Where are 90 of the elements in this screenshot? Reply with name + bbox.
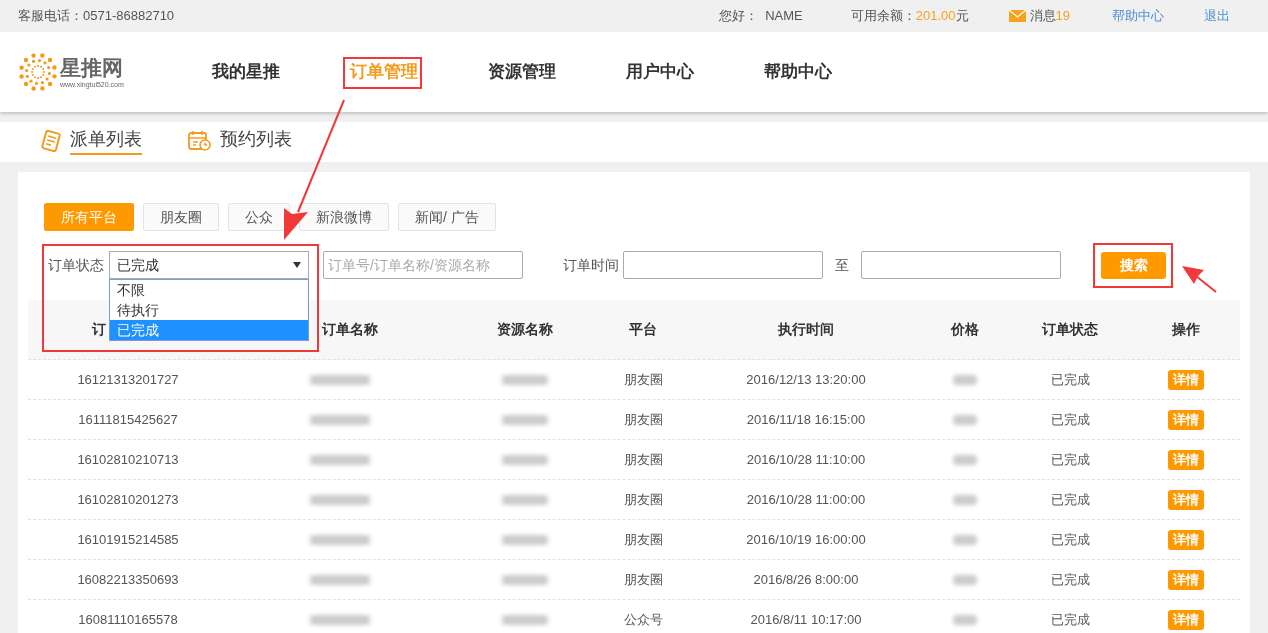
subtab[interactable]: 派单列表 — [70, 126, 142, 155]
table-cell-text: 2016/8/26 8:00:00 — [753, 570, 859, 589]
table-cell-text: 朋友圈 — [623, 530, 663, 549]
column-header: 订单名称 — [322, 320, 378, 339]
blurred-text — [310, 454, 370, 465]
balance-unit: 元 — [955, 7, 969, 26]
table-cell-text: 16081110165578 — [78, 610, 178, 629]
table-cell-text: 朋友圈 — [623, 570, 663, 589]
platform-tab[interactable]: 新浪微博 — [299, 203, 389, 231]
column-header: 价格 — [951, 320, 979, 339]
blurred-text — [953, 374, 977, 385]
table-cell-text: 已完成 — [1050, 530, 1090, 549]
balance-value: 201.00 — [915, 7, 956, 26]
blurred-text — [953, 414, 977, 425]
table-cell-text: 已完成 — [1050, 490, 1090, 509]
logo-text: 星推网 — [60, 55, 124, 80]
column-header: 订 — [92, 320, 106, 339]
greeting-text: 您好： NAME — [718, 7, 803, 26]
table-cell-text: 16121313201727 — [77, 370, 179, 389]
blurred-text — [310, 374, 370, 385]
status-label: 订单状态 — [48, 255, 104, 275]
calendar-clock-icon — [188, 129, 212, 152]
mail-icon — [1008, 10, 1026, 22]
end-date-input[interactable] — [861, 251, 1061, 279]
blurred-text — [502, 374, 548, 385]
table-cell-text: 朋友圈 — [623, 410, 663, 429]
table-cell-text: 16082213350693 — [77, 570, 179, 589]
table-cell-text: 2016/8/11 10:17:00 — [750, 610, 862, 629]
blurred-text — [502, 454, 548, 465]
blurred-text — [502, 614, 548, 625]
subtab[interactable]: 预约列表 — [220, 126, 292, 155]
table-cell-text: 已完成 — [1050, 370, 1090, 389]
blurred-text — [310, 614, 370, 625]
balance-label: 可用余额： — [850, 7, 916, 26]
table-cell-text: 朋友圈 — [623, 490, 663, 509]
range-separator: 至 — [835, 255, 849, 275]
blurred-text — [310, 494, 370, 505]
table-cell-text: 2016/11/18 16:15:00 — [746, 410, 866, 429]
keyword-input[interactable]: 订单号/订单名称/资源名称 — [323, 251, 523, 279]
blurred-text — [502, 574, 548, 585]
messages-count: 19 — [1055, 7, 1070, 26]
nav-item[interactable]: 我的星推 — [211, 59, 280, 85]
table-cell-text: 已完成 — [1050, 610, 1090, 629]
column-header: 执行时间 — [778, 320, 834, 339]
dropdown-option[interactable]: 不限 — [110, 280, 308, 300]
table-cell-text: 朋友圈 — [623, 370, 663, 389]
blurred-text — [502, 414, 548, 425]
nav-item[interactable]: 帮助中心 — [763, 59, 832, 85]
blurred-text — [502, 534, 548, 545]
table-cell-text: 16102810210713 — [77, 450, 179, 469]
status-select[interactable]: 已完成 — [109, 251, 309, 279]
table-cell-text: 已完成 — [1050, 570, 1090, 589]
table-cell-text: 2016/10/19 16:00:00 — [746, 530, 866, 549]
platform-tab[interactable]: 朋友圈 — [143, 203, 219, 231]
column-header: 资源名称 — [497, 320, 553, 339]
blurred-text — [310, 574, 370, 585]
blurred-text — [502, 494, 548, 505]
column-header: 平台 — [629, 320, 657, 339]
table-cell-text: 公众号 — [623, 610, 663, 629]
blurred-text — [953, 574, 977, 585]
dropdown-caret-icon — [293, 262, 301, 268]
table-cell-text: 2016/12/13 13:20:00 — [746, 370, 866, 389]
nav-item[interactable]: 用户中心 — [625, 59, 694, 85]
time-label: 订单时间 — [563, 255, 619, 275]
platform-tab[interactable]: 公众 — [228, 203, 290, 231]
column-header: 订单状态 — [1042, 320, 1098, 339]
blurred-text — [953, 614, 977, 625]
blurred-text — [953, 454, 977, 465]
dropdown-option[interactable]: 待执行 — [110, 300, 308, 320]
blurred-text — [953, 494, 977, 505]
column-header: 操作 — [1172, 320, 1200, 339]
annotation-arrow — [1182, 266, 1217, 293]
table-cell-text: 16101915214585 — [77, 530, 179, 549]
sunburst-logo-icon — [18, 52, 58, 92]
table-cell-text: 已完成 — [1050, 410, 1090, 429]
notepad-icon — [40, 129, 62, 152]
table-cell-text: 已完成 — [1050, 450, 1090, 469]
platform-tab[interactable]: 新闻/ 广告 — [398, 203, 496, 231]
blurred-text — [310, 534, 370, 545]
phone-text: 客服电话：0571-86882710 — [18, 7, 175, 26]
blurred-text — [310, 414, 370, 425]
start-date-input[interactable] — [623, 251, 823, 279]
table-cell-text: 2016/10/28 11:00:00 — [746, 490, 866, 509]
nav-item[interactable]: 资源管理 — [487, 59, 556, 85]
table-cell-text: 16111815425627 — [78, 410, 178, 429]
table-cell-text: 16102810201273 — [77, 490, 179, 509]
table-cell-text: 朋友圈 — [623, 450, 663, 469]
blurred-text — [953, 534, 977, 545]
messages-link[interactable]: 消息 — [1029, 6, 1056, 26]
table-cell-text: 2016/10/28 11:10:00 — [746, 450, 866, 469]
